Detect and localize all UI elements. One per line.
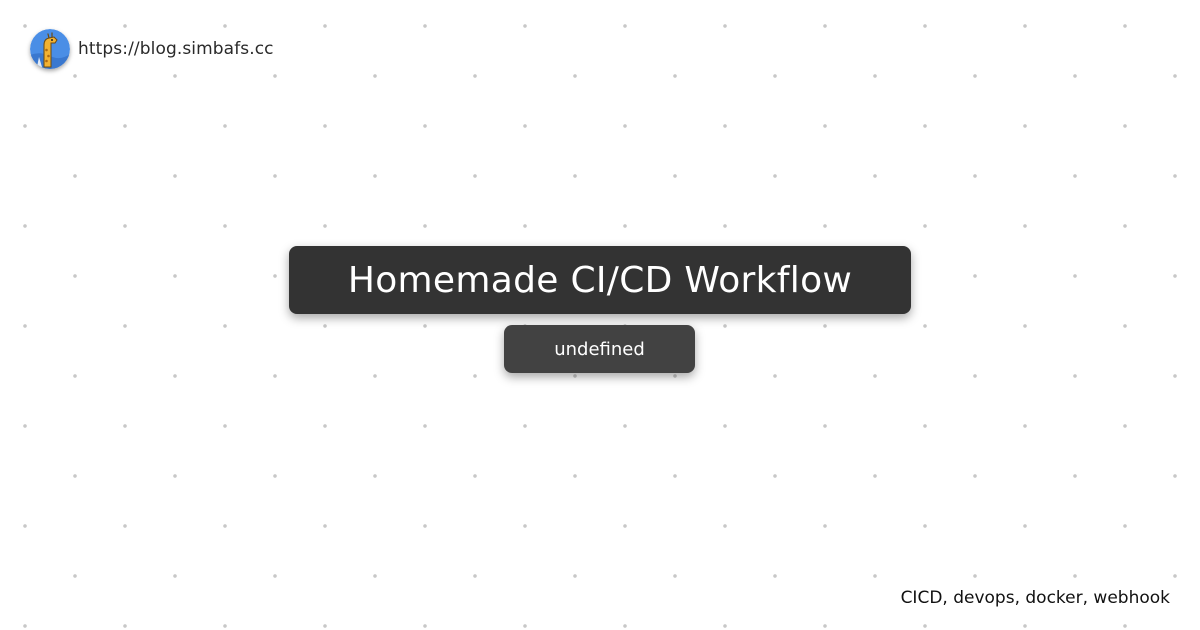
giraffe-avatar-icon bbox=[30, 29, 70, 69]
site-header: https://blog.simbafs.cc bbox=[30, 29, 274, 69]
avatar bbox=[30, 29, 70, 69]
page-title: Homemade CI/CD Workflow bbox=[347, 259, 853, 301]
subtitle-card: undefined bbox=[504, 325, 695, 373]
title-card: Homemade CI/CD Workflow bbox=[289, 246, 911, 314]
tag-list: CICD, devops, docker, webhook bbox=[900, 588, 1170, 608]
page-subtitle: undefined bbox=[554, 338, 645, 360]
site-url[interactable]: https://blog.simbafs.cc bbox=[78, 39, 274, 59]
